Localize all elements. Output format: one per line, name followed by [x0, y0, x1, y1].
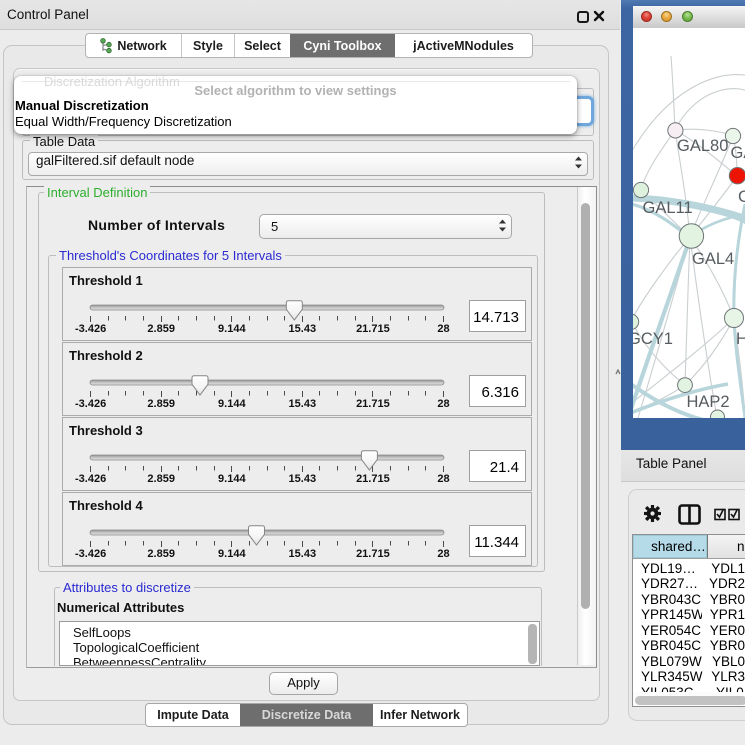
svg-text:21.715: 21.715 — [356, 473, 390, 485]
svg-text:2.859: 2.859 — [147, 398, 175, 410]
svg-text:GAL11: GAL11 — [643, 199, 693, 217]
svg-text:HAP2: HAP2 — [687, 393, 730, 411]
svg-text:GCY1: GCY1 — [633, 330, 673, 348]
svg-text:CD: CD — [738, 188, 745, 206]
svg-text:-3.426: -3.426 — [75, 548, 106, 560]
svg-text:28: 28 — [437, 323, 449, 335]
svg-text:GA: GA — [731, 144, 745, 162]
svg-text:15.43: 15.43 — [289, 398, 317, 410]
svg-text:21.715: 21.715 — [356, 398, 390, 410]
svg-text:H: H — [736, 330, 745, 348]
svg-text:15.43: 15.43 — [289, 548, 317, 560]
svg-text:15.43: 15.43 — [289, 473, 317, 485]
svg-text:21.715: 21.715 — [356, 323, 390, 335]
svg-text:9.144: 9.144 — [218, 548, 246, 560]
svg-text:9.144: 9.144 — [218, 323, 246, 335]
svg-text:28: 28 — [437, 473, 449, 485]
svg-text:-3.426: -3.426 — [75, 323, 106, 335]
svg-text:9.144: 9.144 — [218, 398, 246, 410]
svg-text:GAL4: GAL4 — [692, 250, 734, 268]
svg-text:-3.426: -3.426 — [75, 398, 106, 410]
svg-text:2.859: 2.859 — [147, 473, 175, 485]
svg-text:2.859: 2.859 — [147, 323, 175, 335]
svg-text:2.859: 2.859 — [147, 548, 175, 560]
svg-text:-3.426: -3.426 — [75, 473, 106, 485]
svg-text:21.715: 21.715 — [356, 548, 390, 560]
svg-text:GAL80: GAL80 — [677, 137, 728, 155]
svg-text:28: 28 — [437, 398, 449, 410]
svg-text:9.144: 9.144 — [218, 473, 246, 485]
svg-text:28: 28 — [437, 548, 449, 560]
svg-text:15.43: 15.43 — [289, 323, 317, 335]
